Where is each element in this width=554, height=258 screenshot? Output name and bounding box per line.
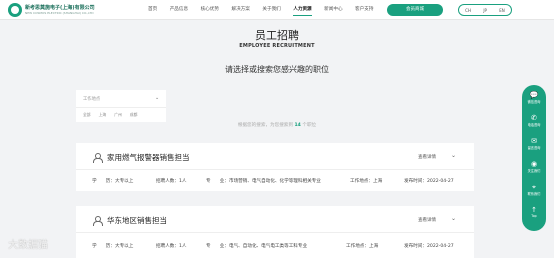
contact-sidebar: 💬 微信咨询 ✆ 电话咨询 ✉ 留言咨询 ◉ 关注我们 ⌖ 联系我们 ↑ Top (522, 85, 546, 231)
nav-solutions[interactable]: 解决方案 (231, 6, 249, 12)
chevron-down-icon[interactable]: ⌄ (451, 215, 456, 222)
job-header: 华东地区销售担当 (92, 215, 167, 226)
view-detail-link[interactable]: 查看详情 (418, 154, 436, 160)
top-icon: ↑ (531, 206, 537, 214)
view-detail-link[interactable]: 查看详情 (418, 217, 436, 223)
sidebar-label: Top (531, 214, 537, 218)
job-card[interactable]: 家用燃气报警器销售担当 查看详情 ⌄ 学 历：大专以上 招聘人数：1人 专 业：… (76, 143, 474, 191)
lang-en[interactable]: EN (499, 8, 505, 13)
language-switcher: CH JP EN (458, 4, 512, 16)
job-major: 专 业：市场营销、电气自动化、化学等理科相关专业 (206, 179, 321, 184)
job-card[interactable]: 华东地区销售担当 查看详情 ⌄ 学 历：大专以上 招聘人数：1人 专 业：电气、… (76, 206, 474, 258)
nav-products[interactable]: 产品信息 (170, 6, 188, 12)
location-filter-label: 工作地点 (83, 97, 101, 102)
follow-us-button[interactable]: ◉ 关注我们 (522, 160, 546, 173)
job-header: 家用燃气报警器销售担当 (92, 152, 190, 163)
company-logo-icon[interactable] (8, 3, 22, 17)
main-nav: 首页 产品信息 核心优势 解决方案 关于我们 人力资源 新闻中心 客户支持 (148, 6, 386, 16)
nav-about[interactable]: 关于我们 (262, 6, 280, 12)
company-name-en: NEW COSMOS ELECTRIC (SHANGHAI) CO.,LTD (25, 11, 94, 15)
divider (76, 169, 474, 170)
page-subtitle: EMPLOYEE RECRUITMENT (239, 43, 315, 49)
location-options: 全部 上海 广州 成都 (83, 112, 145, 118)
search-prompt: 请选择或搜索您感兴趣的职位 (225, 65, 329, 74)
nav-news[interactable]: 新闻中心 (324, 6, 342, 12)
job-headcount: 招聘人数：1人 (156, 244, 187, 249)
company-name: 新考思莫施电子(上海)有限公司 (25, 5, 95, 11)
nav-hr[interactable]: 人力资源 (293, 6, 313, 16)
nav-home[interactable]: 首页 (148, 6, 157, 12)
person-icon (92, 152, 103, 163)
sidebar-label: 微信咨询 (527, 100, 541, 104)
chevron-down-icon[interactable]: ⌄ (451, 152, 456, 159)
phone-consult-button[interactable]: ✆ 电话咨询 (522, 114, 546, 127)
search-result-count: 根据您的搜索，为您搜索到 14 个职位 (0, 122, 554, 128)
job-date: 发布时间：2022-04-27 (404, 244, 454, 249)
result-prefix: 根据您的搜索，为您搜索到 (237, 123, 293, 128)
sidebar-label: 留言咨询 (527, 146, 541, 150)
job-title[interactable]: 华东地区销售担当 (107, 215, 167, 226)
job-date: 发布时间：2022-04-27 (404, 179, 454, 184)
nav-advantages[interactable]: 核心优势 (201, 6, 219, 12)
divider (76, 107, 166, 108)
job-major: 专 业：电气、自动化、电气电工类等工科专业 (206, 244, 308, 249)
location-option-guangzhou[interactable]: 广州 (114, 112, 122, 118)
job-education: 学 历：大专以上 (92, 244, 134, 249)
follow-icon: ◉ (530, 160, 538, 168)
sidebar-label: 关注我们 (527, 169, 541, 173)
job-education: 学 历：大专以上 (92, 179, 134, 184)
phone-icon: ✆ (531, 114, 537, 122)
back-to-top-button[interactable]: ↑ Top (522, 206, 546, 218)
contact-us-button[interactable]: ⌖ 联系我们 (522, 183, 546, 196)
person-icon (92, 215, 103, 226)
sidebar-label: 联系我们 (527, 192, 541, 196)
message-consult-button[interactable]: ✉ 留言咨询 (522, 137, 546, 150)
job-location: 工作地点：上海 (346, 244, 379, 249)
chat-icon: 💬 (529, 91, 539, 99)
location-option-chengdu[interactable]: 成都 (130, 112, 138, 118)
message-icon: ✉ (531, 137, 537, 145)
job-title[interactable]: 家用燃气报警器销售担当 (107, 152, 190, 163)
location-icon: ⌖ (532, 183, 536, 191)
chevron-down-icon[interactable]: ⌄ (155, 95, 159, 101)
watermark: 大数据猫 (8, 240, 48, 251)
result-count: 14 (294, 123, 301, 128)
result-suffix: 个职位 (302, 123, 317, 128)
job-location: 工作地点：上海 (350, 179, 383, 184)
job-headcount: 招聘人数：1人 (156, 179, 187, 184)
site-header: 新考思莫施电子(上海)有限公司 NEW COSMOS ELECTRIC (SHA… (0, 0, 554, 20)
location-option-all[interactable]: 全部 (83, 112, 91, 118)
lang-ch[interactable]: CH (465, 8, 471, 13)
wechat-consult-button[interactable]: 💬 微信咨询 (522, 91, 546, 104)
location-filter[interactable]: 工作地点 ⌄ 全部 上海 广州 成都 (76, 90, 166, 122)
page-title: 员工招聘 (255, 29, 299, 42)
nav-support[interactable]: 客户支持 (355, 6, 373, 12)
location-option-shanghai[interactable]: 上海 (99, 112, 107, 118)
sidebar-label: 电话咨询 (527, 123, 541, 127)
member-mall-button[interactable]: 会员商城 (387, 4, 443, 16)
divider (76, 232, 474, 233)
lang-jp[interactable]: JP (483, 8, 487, 13)
